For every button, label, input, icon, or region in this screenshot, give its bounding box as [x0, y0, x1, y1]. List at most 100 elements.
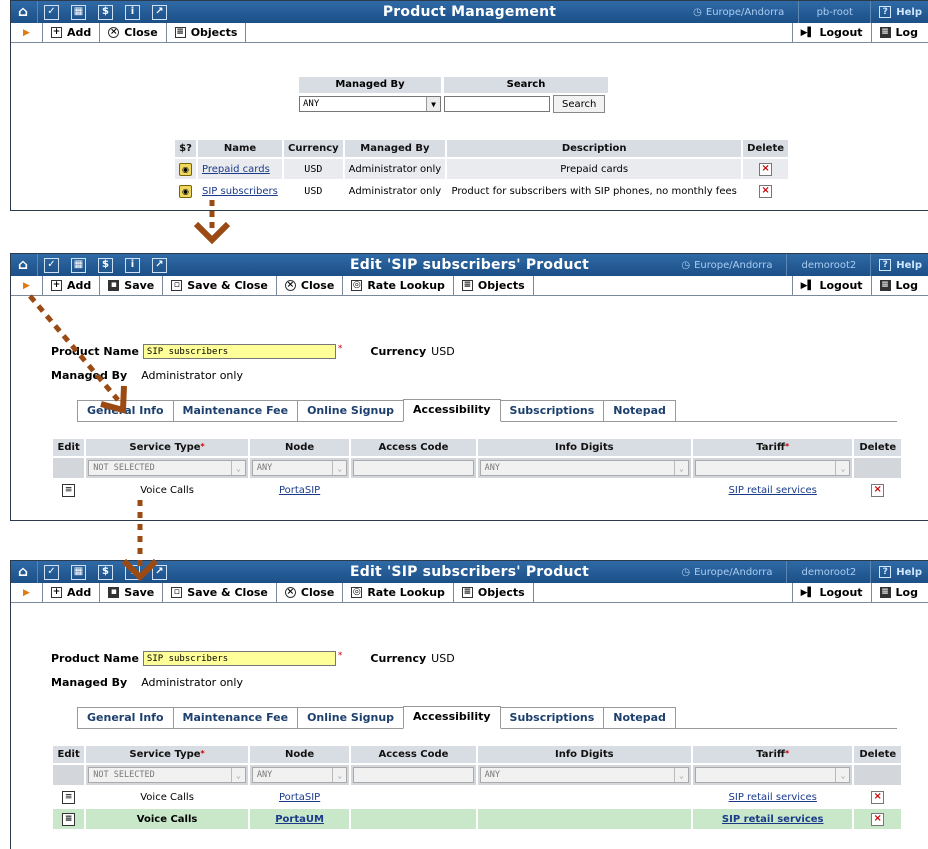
save-button[interactable]: ▪ Save: [100, 276, 164, 295]
objects-button[interactable]: ≡ Objects: [167, 23, 247, 42]
logout-button[interactable]: ▶▌ Logout: [791, 23, 871, 42]
tab-accessibility[interactable]: Accessibility: [403, 706, 501, 729]
tab-notepad[interactable]: Notepad: [603, 400, 676, 421]
tab-online-signup[interactable]: Online Signup: [297, 400, 405, 421]
tab-subscriptions[interactable]: Subscriptions: [499, 400, 605, 421]
edit-icon[interactable]: ≡: [62, 790, 76, 804]
add-button[interactable]: + Add: [43, 583, 101, 602]
tab-maintenance-fee[interactable]: Maintenance Fee: [172, 400, 299, 421]
save-close-button[interactable]: ▫ Save & Close: [163, 583, 277, 602]
tab-notepad[interactable]: Notepad: [603, 707, 676, 728]
grid-icon[interactable]: ▦: [71, 4, 86, 20]
dollar-icon[interactable]: $: [98, 4, 113, 20]
close-button[interactable]: × Close: [100, 23, 167, 42]
service-type-select[interactable]: NOT SELECTED ⌄: [88, 767, 246, 783]
managed-by-select[interactable]: ANY ▼: [299, 96, 441, 112]
dollar-icon[interactable]: $: [98, 257, 113, 273]
node-select[interactable]: ANY ⌄: [251, 767, 348, 783]
access-code-input[interactable]: [353, 767, 474, 783]
timezone-label[interactable]: ◷ Europe/Andorra: [679, 7, 798, 18]
log-button[interactable]: ≡ Log: [870, 276, 928, 295]
node-link[interactable]: PortaSIP: [279, 792, 320, 803]
log-button[interactable]: ≡ Log: [870, 583, 928, 602]
product-name-input[interactable]: SIP subscribers: [142, 344, 336, 359]
tab-general-info[interactable]: General Info: [77, 400, 174, 421]
chart-icon[interactable]: ↗: [152, 564, 167, 580]
home-icon[interactable]: ⌂: [15, 565, 31, 580]
edit-icon[interactable]: ≡: [62, 483, 76, 497]
product-name-input[interactable]: SIP subscribers: [142, 651, 336, 666]
tariff-select[interactable]: ⌄: [694, 767, 851, 783]
close-button[interactable]: × Close: [277, 276, 344, 295]
tab-accessibility[interactable]: Accessibility: [403, 399, 501, 422]
service-type-select[interactable]: NOT SELECTED ⌄: [88, 460, 246, 476]
logout-icon: ▶▌: [800, 280, 815, 291]
tariff-link[interactable]: SIP retail services: [722, 814, 824, 825]
edit-icon[interactable]: ≡: [62, 812, 76, 826]
tariff-link[interactable]: SIP retail services: [729, 792, 817, 803]
node-select[interactable]: ANY ⌄: [251, 460, 348, 476]
delete-icon[interactable]: ×: [759, 162, 773, 176]
close-button[interactable]: × Close: [277, 583, 344, 602]
grid-icon[interactable]: ▦: [71, 564, 86, 580]
home-icon[interactable]: ⌂: [15, 5, 31, 20]
objects-button[interactable]: ≡ Objects: [454, 276, 534, 295]
add-button[interactable]: + Add: [43, 23, 101, 42]
objects-button[interactable]: ≡ Objects: [454, 583, 534, 602]
home-icon[interactable]: ⌂: [15, 258, 31, 273]
node-link[interactable]: PortaSIP: [279, 485, 320, 496]
accessibility-table: Edit Service Type* Node Access Code Info…: [51, 437, 903, 502]
access-code-input[interactable]: [353, 460, 474, 476]
save-button[interactable]: ▪ Save: [100, 583, 164, 602]
service-type-cell: Voice Calls: [140, 791, 194, 803]
product-icon[interactable]: ◉: [179, 184, 192, 198]
logout-button[interactable]: ▶▌ Logout: [791, 583, 871, 602]
grid-icon[interactable]: ▦: [71, 257, 86, 273]
help-button[interactable]: ? Help: [870, 254, 928, 276]
logout-button[interactable]: ▶▌ Logout: [791, 276, 871, 295]
chart-icon[interactable]: ↗: [152, 257, 167, 273]
timezone-label[interactable]: ◷ Europe/Andorra: [667, 260, 786, 271]
timezone-label[interactable]: ◷ Europe/Andorra: [667, 567, 786, 578]
tab-general-info[interactable]: General Info: [77, 707, 174, 728]
search-input[interactable]: [444, 96, 550, 112]
delete-icon[interactable]: ×: [871, 790, 885, 804]
delete-icon[interactable]: ×: [871, 812, 885, 826]
info-icon[interactable]: i: [125, 257, 140, 273]
tab-subscriptions[interactable]: Subscriptions: [499, 707, 605, 728]
info-digits-select[interactable]: ANY ⌄: [479, 767, 689, 783]
product-link[interactable]: Prepaid cards: [202, 164, 270, 175]
clock-icon: ◷: [681, 259, 691, 271]
dollar-icon[interactable]: $: [98, 564, 113, 580]
info-icon[interactable]: i: [125, 4, 140, 20]
add-label: Add: [67, 26, 92, 39]
play-arrow-icon: ▶: [11, 23, 43, 42]
add-button[interactable]: + Add: [43, 276, 101, 295]
delete-icon[interactable]: ×: [871, 483, 885, 497]
product-icon[interactable]: ◉: [179, 162, 192, 176]
rate-lookup-button[interactable]: ◎ Rate Lookup: [343, 276, 454, 295]
tab-maintenance-fee[interactable]: Maintenance Fee: [172, 707, 299, 728]
product-link[interactable]: SIP subscribers: [202, 186, 278, 197]
tab-online-signup[interactable]: Online Signup: [297, 707, 405, 728]
save-close-button[interactable]: ▫ Save & Close: [163, 276, 277, 295]
rate-lookup-button[interactable]: ◎ Rate Lookup: [343, 583, 454, 602]
delete-icon[interactable]: ×: [759, 184, 773, 198]
col-edit: Edit: [53, 439, 85, 456]
save-label: Save: [124, 279, 155, 292]
product-name-row: Product Name SIP subscribers * Currency …: [51, 344, 455, 359]
help-button[interactable]: ? Help: [870, 561, 928, 583]
search-button[interactable]: Search: [553, 95, 606, 113]
tariff-link[interactable]: SIP retail services: [729, 485, 817, 496]
info-icon[interactable]: i: [125, 564, 140, 580]
info-digits-select[interactable]: ANY ⌄: [479, 460, 689, 476]
required-marker: *: [200, 749, 205, 758]
help-button[interactable]: ? Help: [870, 1, 928, 23]
checkbox-icon[interactable]: ✓: [44, 4, 59, 20]
log-button[interactable]: ≡ Log: [870, 23, 928, 42]
checkbox-icon[interactable]: ✓: [44, 257, 59, 273]
tariff-select[interactable]: ⌄: [694, 460, 851, 476]
node-link[interactable]: PortaUM: [275, 814, 324, 825]
chart-icon[interactable]: ↗: [152, 4, 167, 20]
checkbox-icon[interactable]: ✓: [44, 564, 59, 580]
